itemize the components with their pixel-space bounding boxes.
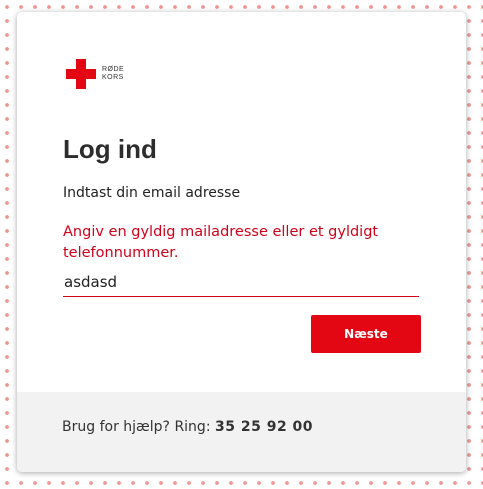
logo-line-1: RØDE	[102, 66, 125, 73]
logo-line-2: KORS	[102, 74, 124, 81]
logo-text: RØDE KORS	[102, 66, 124, 82]
help-phone-number[interactable]: 35 25 92 00	[215, 419, 313, 435]
help-text: Brug for hjælp? Ring:	[62, 419, 211, 435]
help-line: Brug for hjælp? Ring: 35 25 92 00	[62, 419, 313, 435]
next-button[interactable]: Næste	[311, 315, 421, 353]
email-input[interactable]	[63, 268, 419, 297]
red-cross-icon	[66, 59, 96, 89]
help-footer: Brug for hjælp? Ring: 35 25 92 00	[17, 392, 466, 472]
login-card: RØDE KORS Log ind Indtast din email adre…	[17, 12, 466, 472]
email-prompt: Indtast din email adresse	[63, 185, 241, 201]
page-title: Log ind	[63, 134, 157, 164]
red-cross-logo: RØDE KORS	[66, 59, 124, 89]
validation-error: Angiv en gyldig mailadresse eller et gyl…	[63, 224, 379, 261]
